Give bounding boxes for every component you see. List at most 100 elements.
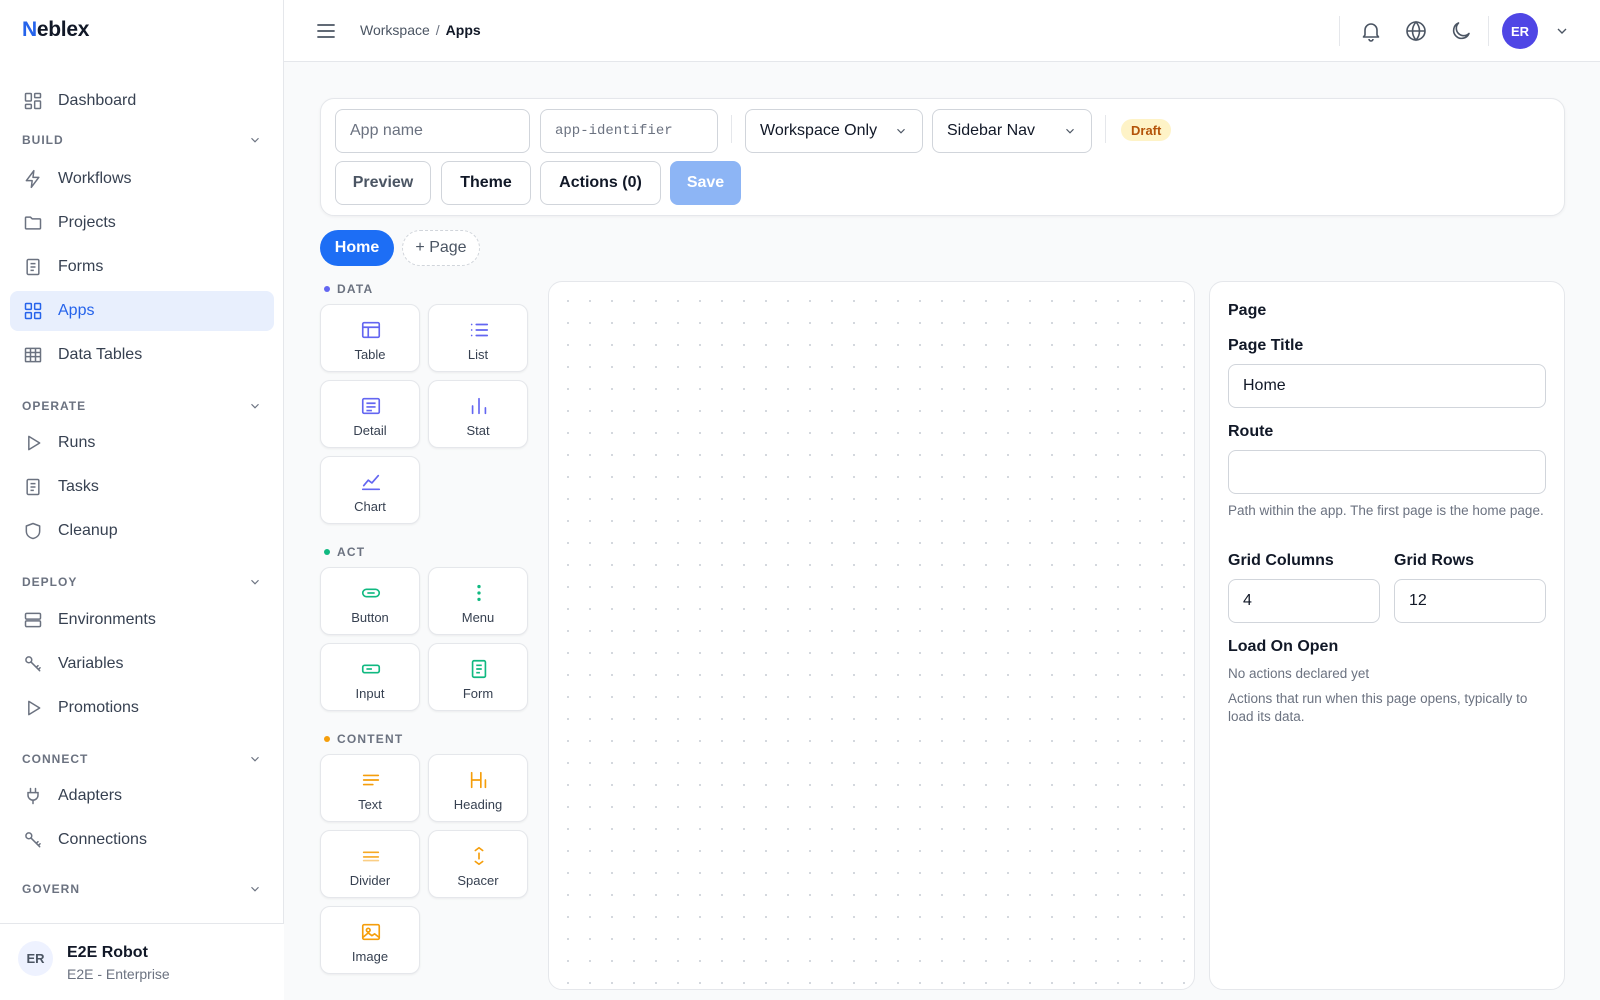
chevron-down-icon[interactable]	[1554, 23, 1570, 39]
menu-icon[interactable]	[314, 19, 338, 43]
preview-button[interactable]: Preview	[335, 161, 431, 205]
component-button[interactable]: Button	[320, 567, 420, 635]
sidebar-item-label: Environments	[58, 611, 156, 628]
palette-group-content: CONTENT	[324, 732, 403, 746]
component-label: Menu	[461, 610, 495, 625]
sidebar-item-data-tables[interactable]: Data Tables	[10, 335, 274, 375]
component-heading[interactable]: Heading	[428, 754, 528, 822]
sidebar-item-connections[interactable]: Connections	[10, 820, 274, 860]
section-label: DEPLOY	[22, 575, 78, 589]
component-menu[interactable]: Menu	[428, 567, 528, 635]
page-tab-home[interactable]: Home	[320, 230, 394, 266]
sidebar-item-label: Workflows	[58, 170, 132, 187]
component-stat[interactable]: Stat	[428, 380, 528, 448]
sidebar-item-label: Adapters	[58, 787, 123, 804]
sidebar-item-runs[interactable]: Runs	[10, 423, 274, 463]
palette-group-data: DATA	[324, 282, 373, 296]
navigation-select[interactable]: Sidebar Nav	[932, 109, 1092, 153]
section-govern[interactable]: GOVERN	[22, 879, 262, 899]
component-chart[interactable]: Chart	[320, 456, 420, 524]
vertical-resize-icon	[468, 845, 490, 867]
component-label: Input	[355, 686, 385, 701]
page-title-input[interactable]	[1228, 364, 1546, 408]
user-organization: E2E - Enterprise	[67, 966, 170, 982]
section-operate[interactable]: OPERATE	[22, 396, 262, 416]
sidebar-item-tasks[interactable]: Tasks	[10, 467, 274, 507]
globe-icon[interactable]	[1404, 19, 1428, 43]
properties-panel: Page Page Title Route Path within the ap…	[1209, 281, 1565, 990]
section-build[interactable]: BUILD	[22, 130, 262, 150]
user-avatar-button[interactable]: ER	[1502, 13, 1538, 49]
user-profile[interactable]: ER E2E Robot E2E - Enterprise	[0, 923, 284, 1000]
component-detail[interactable]: Detail	[320, 380, 420, 448]
component-label: Detail	[353, 423, 387, 438]
component-label: Image	[351, 949, 389, 964]
sidebar-item-adapters[interactable]: Adapters	[10, 776, 274, 816]
sidebar-item-projects[interactable]: Projects	[10, 203, 274, 243]
add-page-button[interactable]: + Page	[402, 230, 480, 266]
sidebar-item-environments[interactable]: Environments	[10, 600, 274, 640]
route-help-text: Path within the app. The first page is t…	[1228, 503, 1544, 518]
component-label: Table	[354, 347, 386, 362]
sidebar-item-variables[interactable]: Variables	[10, 644, 274, 684]
component-label: Divider	[349, 873, 391, 888]
key-icon	[22, 829, 44, 851]
sidebar-item-label: Data Tables	[58, 346, 143, 363]
navigation-value: Sidebar Nav	[947, 122, 1036, 139]
bell-icon[interactable]	[1359, 19, 1383, 43]
top-header: Workspace / Apps ER	[284, 0, 1600, 62]
visibility-select[interactable]: Workspace Only	[745, 109, 923, 153]
section-deploy[interactable]: DEPLOY	[22, 572, 262, 592]
header-divider	[1339, 16, 1340, 46]
moon-icon[interactable]	[1449, 19, 1473, 43]
section-label: BUILD	[22, 133, 64, 147]
group-dot	[324, 736, 330, 742]
sidebar-nav: Dashboard BUILD Workflows Projects Forms…	[0, 70, 284, 920]
chevron-down-icon	[248, 399, 262, 413]
component-input[interactable]: Input	[320, 643, 420, 711]
group-dot	[324, 286, 330, 292]
chevron-down-icon	[248, 575, 262, 589]
plug-icon	[22, 785, 44, 807]
sidebar-item-label: Variables	[58, 655, 124, 672]
sidebar-item-workflows[interactable]: Workflows	[10, 159, 274, 199]
brand-logo[interactable]: Neblex	[22, 18, 89, 42]
chevron-down-icon	[248, 133, 262, 147]
sidebar-item-forms[interactable]: Forms	[10, 247, 274, 287]
component-text[interactable]: Text	[320, 754, 420, 822]
page-canvas[interactable]	[548, 281, 1195, 990]
sidebar-item-cleanup[interactable]: Cleanup	[10, 511, 274, 551]
component-label: Text	[358, 797, 382, 812]
route-input[interactable]	[1228, 450, 1546, 494]
component-list[interactable]: List	[428, 304, 528, 372]
actions-button[interactable]: Actions (0)	[540, 161, 661, 205]
dashboard-icon	[22, 90, 44, 112]
app-identifier-input[interactable]	[540, 109, 718, 153]
component-image[interactable]: Image	[320, 906, 420, 974]
component-label: Stat	[466, 423, 490, 438]
server-icon	[22, 609, 44, 631]
save-button[interactable]: Save	[670, 161, 741, 205]
page-title-label: Page Title	[1228, 337, 1304, 354]
component-divider[interactable]: Divider	[320, 830, 420, 898]
sidebar-item-apps[interactable]: Apps	[10, 291, 274, 331]
divider-icon	[360, 845, 382, 867]
group-dot	[324, 549, 330, 555]
grid-columns-input[interactable]	[1228, 579, 1380, 623]
sidebar-item-dashboard[interactable]: Dashboard	[10, 81, 274, 121]
component-spacer[interactable]: Spacer	[428, 830, 528, 898]
sidebar-item-promotions[interactable]: Promotions	[10, 688, 274, 728]
grid-rows-input[interactable]	[1394, 579, 1546, 623]
image-icon	[360, 921, 382, 943]
component-label: Form	[462, 686, 494, 701]
component-table[interactable]: Table	[320, 304, 420, 372]
section-connect[interactable]: CONNECT	[22, 749, 262, 769]
app-name-input[interactable]	[335, 109, 530, 153]
breadcrumb-workspace[interactable]: Workspace	[360, 22, 430, 38]
theme-button[interactable]: Theme	[441, 161, 531, 205]
toolbar-divider	[731, 115, 732, 143]
load-on-open-help-text: Actions that run when this page opens, t…	[1228, 691, 1528, 724]
document-icon	[22, 476, 44, 498]
breadcrumb-separator: /	[435, 22, 440, 38]
component-form[interactable]: Form	[428, 643, 528, 711]
